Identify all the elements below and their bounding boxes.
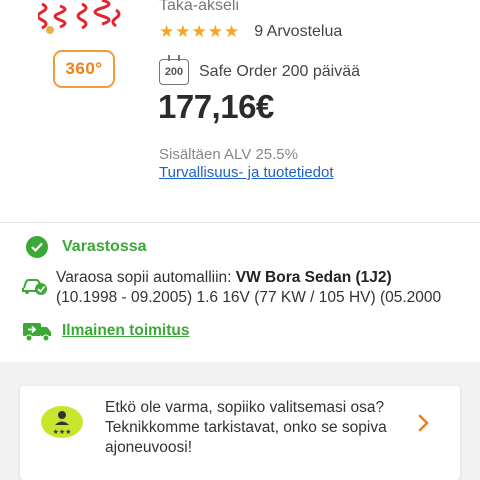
fit-prefix: Varaosa sopii automalliin: xyxy=(56,269,236,286)
safe-order-text: Safe Order 200 päivää xyxy=(199,63,360,80)
safety-info-link[interactable]: Turvallisuus- ja tuotetiedot xyxy=(159,164,334,181)
chevron-right-icon[interactable] xyxy=(418,414,430,432)
vat-note: Sisältäen ALV 25.5% xyxy=(159,146,298,163)
help-text: Etkö ole varma, sopiiko valitsemasi osa?… xyxy=(105,399,387,456)
free-delivery-link[interactable]: Ilmainen toimitus xyxy=(62,322,189,340)
rating[interactable]: ★★★★★ 9 Arvostelua xyxy=(159,22,342,42)
product-summary: 360° Taka-akseli ★★★★★ 9 Arvostelua 200 … xyxy=(0,0,480,222)
car-check-icon xyxy=(22,279,47,295)
view-360-button[interactable]: 360° xyxy=(53,50,115,88)
divider xyxy=(0,222,480,223)
technician-badge-icon: ★★★ xyxy=(41,406,83,438)
calendar-200-icon: 200 xyxy=(159,55,189,85)
stock-status: Varastossa xyxy=(26,236,147,258)
star-icon: ★★★★★ xyxy=(159,22,241,41)
review-count: 9 Arvostelua xyxy=(254,23,343,40)
safe-order: 200 Safe Order 200 päivää xyxy=(159,55,360,85)
free-delivery[interactable]: Ilmainen toimitus xyxy=(22,320,189,342)
check-circle-icon xyxy=(26,236,48,258)
fit-model: VW Bora Sedan (1J2) xyxy=(235,269,392,286)
truck-icon xyxy=(23,323,51,342)
product-page: 360° Taka-akseli ★★★★★ 9 Arvostelua 200 … xyxy=(0,0,480,480)
vehicle-fit-text: Varaosa sopii automalliin: VW Bora Sedan… xyxy=(56,268,466,308)
badge-stars: ★★★ xyxy=(53,428,72,436)
springs-thumbnail[interactable] xyxy=(38,0,128,34)
view-360-icon: 360° xyxy=(65,59,103,78)
help-section: ★★★ Etkö ole varma, sopiiko valitsemasi … xyxy=(0,362,480,480)
axle-label: Taka-akseli xyxy=(159,0,240,14)
fit-details: (10.1998 - 09.2005) 1.6 16V (77 KW / 105… xyxy=(56,289,442,306)
help-card[interactable]: ★★★ Etkö ole varma, sopiiko valitsemasi … xyxy=(20,386,460,480)
price: 177,16€ xyxy=(158,88,274,125)
stock-text: Varastossa xyxy=(62,238,147,255)
